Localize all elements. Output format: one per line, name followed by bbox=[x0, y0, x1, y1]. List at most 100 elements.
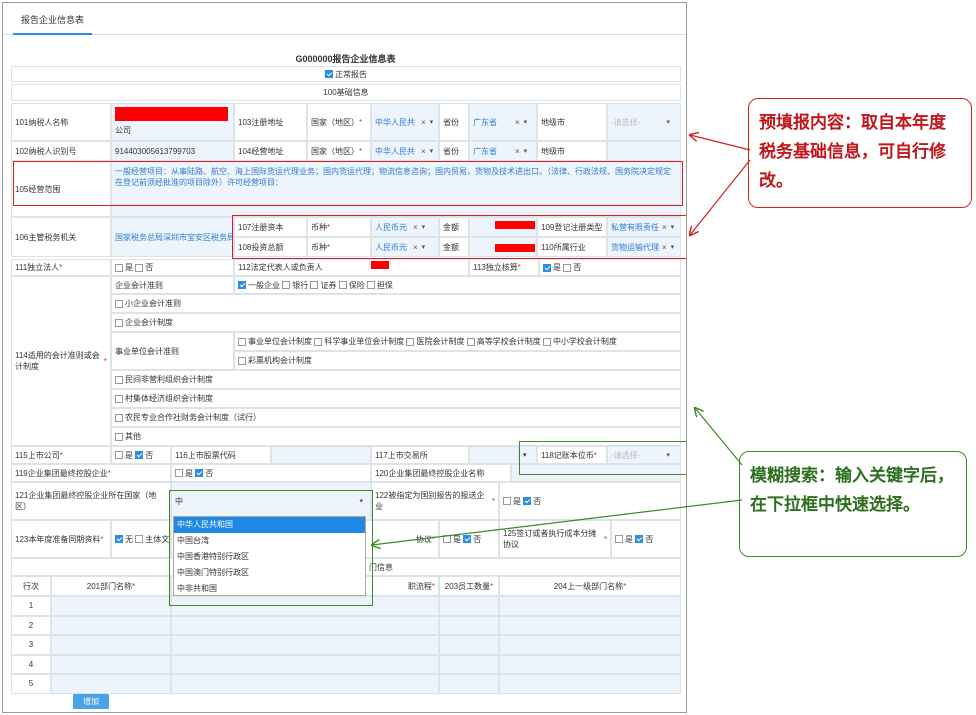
table-cell-input[interactable] bbox=[171, 654, 439, 674]
annotation-box-capital bbox=[232, 215, 686, 259]
table-cell-input[interactable] bbox=[171, 674, 439, 694]
table-row-number: 3 bbox=[11, 635, 51, 655]
r114-ent-system: 企业会计制度 bbox=[111, 313, 681, 332]
r104-city-select[interactable] bbox=[607, 141, 681, 161]
r122-label: 122被指定为国别报告的报送企业 * bbox=[371, 482, 499, 520]
section-100-title: 100基础信息 bbox=[323, 88, 369, 97]
table-cell-input[interactable] bbox=[439, 635, 499, 655]
r104-country-select[interactable]: 中华人民共 × ▾ bbox=[371, 141, 439, 161]
r119-yes-checkbox[interactable] bbox=[175, 469, 183, 477]
table-cell-input[interactable] bbox=[499, 635, 681, 655]
table-cell-input[interactable] bbox=[499, 654, 681, 674]
r101-label: 101纳税人名称 bbox=[11, 103, 111, 141]
checkbox-inst-2[interactable] bbox=[314, 337, 323, 346]
r125-no-checkbox[interactable] bbox=[635, 535, 644, 543]
r122-options: 是 否 bbox=[499, 482, 681, 520]
r119-options: 是 否 bbox=[171, 464, 371, 482]
checkbox-inst-1[interactable] bbox=[238, 337, 246, 346]
r114-nonprofit: 民间非营利组织会计制度 bbox=[111, 370, 681, 389]
r102-value[interactable]: 914403005613799703 bbox=[111, 141, 234, 161]
col-row-number: 行次 bbox=[11, 576, 51, 596]
form-title: G000000报告企业信息表 bbox=[295, 54, 396, 64]
checkbox-inst-3[interactable] bbox=[406, 337, 415, 346]
checkbox-insurance[interactable] bbox=[338, 281, 347, 289]
table-cell-input[interactable] bbox=[439, 654, 499, 674]
table-cell-input[interactable] bbox=[499, 674, 681, 694]
r122-no-checkbox[interactable] bbox=[523, 497, 532, 505]
section-100-header: 100基础信息 bbox=[11, 84, 681, 101]
checkbox-bank[interactable] bbox=[282, 281, 291, 289]
checkbox-ent-system[interactable] bbox=[115, 318, 123, 327]
r119-no-checkbox[interactable] bbox=[195, 469, 204, 477]
r123-none-checkbox[interactable] bbox=[115, 535, 123, 543]
r121-label: 121企业集团最终控股企业所在国家（地区） bbox=[11, 482, 171, 520]
tab-report-enterprise-info[interactable]: 报告企业信息表 bbox=[13, 13, 93, 35]
table-cell-input[interactable] bbox=[439, 596, 499, 616]
checkbox-small-std[interactable] bbox=[115, 299, 123, 308]
table-cell-input[interactable] bbox=[499, 596, 681, 616]
r125-yes-checkbox[interactable] bbox=[615, 535, 623, 543]
r116-label: 116上市股票代码 bbox=[171, 446, 271, 464]
table-row-number: 5 bbox=[11, 674, 51, 694]
r106-value[interactable]: 国家税务总局深圳市宝安区税务局 bbox=[111, 217, 234, 257]
checkbox-inst-5[interactable] bbox=[542, 337, 551, 346]
r125-options: 是 否 bbox=[611, 520, 681, 558]
r104-province-select[interactable]: 广东省 × ▾ bbox=[469, 141, 537, 161]
callout-prefill: 预填报内容：取自本年度税务基础信息，可自行修改。 bbox=[748, 98, 972, 208]
arrow-red-2 bbox=[690, 159, 751, 235]
r111-yes-checkbox[interactable] bbox=[115, 263, 123, 272]
r114-institution-label: 事业单位会计准则 bbox=[111, 332, 234, 370]
checkbox-securities[interactable] bbox=[310, 281, 319, 289]
table-cell-input[interactable] bbox=[51, 615, 171, 635]
r116-input[interactable] bbox=[271, 446, 371, 464]
callout-fuzzy-search: 模糊搜索：输入关键字后，在下拉框中快速选择。 bbox=[739, 451, 967, 557]
r103-province-select[interactable]: 广东省 × ▾ bbox=[469, 103, 537, 141]
table-cell-input[interactable] bbox=[51, 674, 171, 694]
r114-label: 114适用的会计准则或会计制度 * bbox=[11, 276, 111, 446]
table-row-number: 2 bbox=[11, 615, 51, 635]
table-cell-input[interactable] bbox=[439, 674, 499, 694]
checkbox-general[interactable] bbox=[238, 281, 246, 289]
checkbox-nonprofit[interactable] bbox=[115, 375, 123, 384]
table-cell-input[interactable] bbox=[171, 635, 439, 655]
r103-country-select[interactable]: 中华人民共 × ▾ bbox=[371, 103, 439, 141]
tab-bar: 报告企业信息表 bbox=[3, 3, 686, 35]
r123-label: 123本年度准备同期资料 * bbox=[11, 520, 111, 558]
r124-yes-checkbox[interactable] bbox=[443, 535, 451, 543]
r115-yes-checkbox[interactable] bbox=[115, 451, 123, 459]
checkbox-guarantee[interactable] bbox=[366, 281, 375, 289]
r117-input[interactable] bbox=[469, 446, 519, 464]
annotation-box-currency bbox=[519, 441, 686, 475]
add-row-button[interactable]: 增加 bbox=[73, 694, 109, 709]
table-cell-input[interactable] bbox=[439, 615, 499, 635]
r103-country-label: 国家（地区） * bbox=[307, 103, 371, 141]
checkbox-village[interactable] bbox=[115, 394, 123, 403]
r111-options: 是 否 bbox=[111, 259, 234, 276]
col-staff-count: 203员工数量 * bbox=[439, 576, 499, 596]
r124-options: 是 否 bbox=[439, 520, 499, 558]
normal-report-checkbox[interactable] bbox=[325, 70, 333, 78]
table-cell-input[interactable] bbox=[51, 596, 171, 616]
r111-no-checkbox[interactable] bbox=[135, 263, 144, 272]
r113-no-checkbox[interactable] bbox=[563, 263, 572, 272]
r103-city-select[interactable]: -请选择- ▾ bbox=[607, 103, 681, 141]
annotation-box-dropdown bbox=[169, 490, 373, 606]
r113-yes-checkbox[interactable] bbox=[543, 263, 551, 272]
table-cell-input[interactable] bbox=[171, 615, 439, 635]
checkbox-inst-4[interactable] bbox=[466, 337, 475, 346]
r125-label: 125签订或者执行成本分摊协议 * bbox=[499, 520, 611, 558]
r123-main-checkbox[interactable] bbox=[135, 535, 144, 543]
r115-no-checkbox[interactable] bbox=[135, 451, 144, 459]
r114-farmer: 农民专业合作社财务会计制度（试行） bbox=[111, 408, 681, 427]
checkbox-lottery[interactable] bbox=[238, 356, 246, 365]
table-cell-input[interactable] bbox=[499, 615, 681, 635]
r122-yes-checkbox[interactable] bbox=[503, 497, 511, 505]
checkbox-farmer[interactable] bbox=[115, 413, 123, 422]
r113-options: 是 否 bbox=[539, 259, 681, 276]
r104-label: 104经营地址 bbox=[234, 141, 307, 161]
table-cell-input[interactable] bbox=[51, 654, 171, 674]
table-cell-input[interactable] bbox=[51, 635, 171, 655]
r124-no-checkbox[interactable] bbox=[463, 535, 472, 543]
r104-city-label: 地级市 bbox=[537, 141, 607, 161]
checkbox-other[interactable] bbox=[115, 432, 123, 441]
